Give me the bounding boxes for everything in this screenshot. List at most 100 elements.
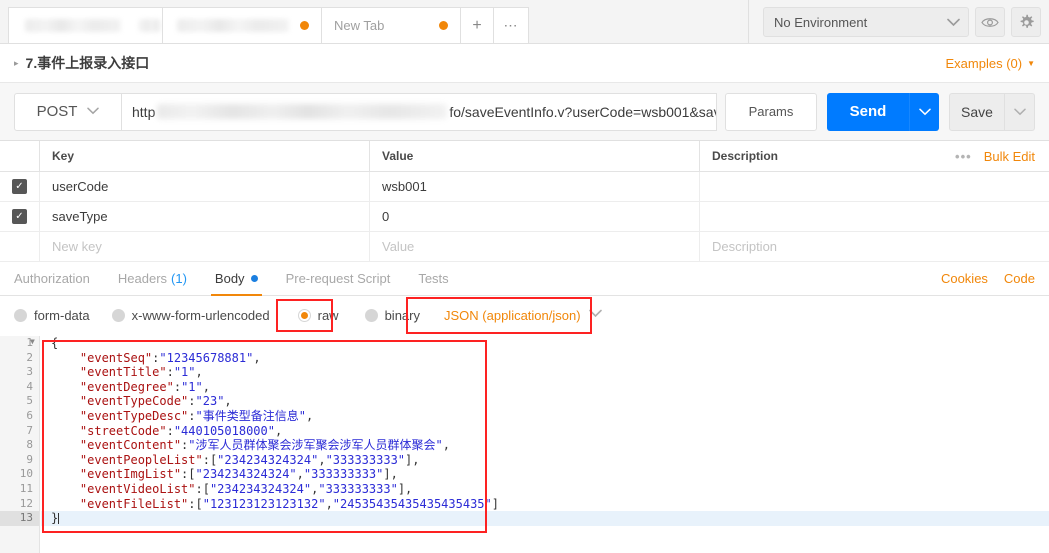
bulk-edit-button[interactable]: Bulk Edit <box>984 149 1035 164</box>
tab-1-blurred-label <box>25 19 121 32</box>
new-row-value-cell[interactable]: Value <box>370 232 700 261</box>
body-type-selector: form-data x-www-form-urlencoded raw bina… <box>0 296 1049 334</box>
environment-selector[interactable]: No Environment <box>763 7 969 37</box>
header-value: Value <box>370 141 700 171</box>
row-key-cell[interactable]: saveType <box>40 202 370 231</box>
request-body-editor[interactable]: 1 2 3 4 5 6 7 8 9 10 11 12 13 ▼ { "event… <box>0 336 1049 553</box>
code-token: "eventTypeDesc" <box>51 408 189 423</box>
checkbox-checked-icon[interactable]: ✓ <box>12 209 27 224</box>
code-token: : <box>188 394 196 409</box>
tab-options-button[interactable]: ⋯ <box>493 7 529 43</box>
breadcrumb-caret-icon[interactable]: ▸ <box>14 58 19 69</box>
code-line[interactable]: { <box>41 336 1049 351</box>
code-token: "eventSeq" <box>51 350 153 365</box>
body-type-urlencoded-label: x-www-form-urlencoded <box>131 307 270 323</box>
header-description-label: Description <box>712 149 779 163</box>
gear-icon[interactable] <box>1011 7 1041 37</box>
code-line[interactable]: "eventVideoList":["234234324324","333333… <box>41 482 1049 497</box>
body-type-form-data[interactable]: form-data <box>14 308 90 323</box>
line-number: 2 <box>26 350 33 364</box>
code-token: ], <box>383 467 398 482</box>
row-description-cell[interactable] <box>700 172 1049 201</box>
row-value-cell[interactable]: 0 <box>370 202 700 231</box>
row-checkbox-cell[interactable]: ✓ <box>0 202 40 231</box>
table-row[interactable]: ✓ userCode wsb001 <box>0 172 1049 202</box>
checkbox-checked-icon[interactable]: ✓ <box>12 179 27 194</box>
unsaved-dot-icon <box>439 21 448 30</box>
send-options-button[interactable] <box>909 92 939 131</box>
code-token: :[ <box>202 452 218 467</box>
row-checkbox-cell[interactable]: ✓ <box>0 172 40 201</box>
request-tab-1[interactable] <box>8 7 163 43</box>
body-type-urlencoded[interactable]: x-www-form-urlencoded <box>111 307 270 323</box>
table-row[interactable]: ✓ saveType 0 <box>0 202 1049 232</box>
code-token: , <box>274 423 283 438</box>
send-button[interactable]: Send <box>827 92 909 131</box>
chevron-down-icon <box>947 15 960 30</box>
chevron-down-icon: ▼ <box>1027 58 1035 68</box>
cookies-link[interactable]: Cookies <box>941 271 988 286</box>
code-token: ], <box>397 481 413 496</box>
code-token: "eventTypeCode" <box>51 394 189 409</box>
radio-unselected-icon[interactable] <box>111 308 125 322</box>
content-type-selector[interactable]: JSON (application/json) <box>444 308 602 323</box>
examples-dropdown[interactable]: Examples (0) ▼ <box>946 56 1036 71</box>
body-type-raw[interactable]: raw <box>297 307 339 323</box>
line-number: 4 <box>26 379 33 393</box>
code-line[interactable]: } <box>41 511 1049 526</box>
tab-authorization[interactable]: Authorization <box>14 262 90 296</box>
code-line[interactable]: "eventTitle":"1", <box>41 365 1049 380</box>
request-tab-new[interactable]: New Tab <box>321 7 461 43</box>
tab-strip: New Tab + ⋯ <box>0 0 529 43</box>
tab-tests[interactable]: Tests <box>418 262 448 296</box>
chevron-down-icon <box>588 309 602 321</box>
radio-unselected-icon[interactable] <box>364 308 378 322</box>
eye-icon[interactable] <box>975 7 1005 37</box>
breadcrumb: ▸ 7.事件上报录入接口 Examples (0) ▼ <box>0 44 1049 82</box>
tab-headers[interactable]: Headers (1) <box>118 262 187 296</box>
code-line[interactable]: "eventTypeCode":"23", <box>41 394 1049 409</box>
editor-code-area[interactable]: { "eventSeq":"12345678881", "eventTitle"… <box>41 336 1049 553</box>
tab-pre-request-script[interactable]: Pre-request Script <box>286 262 391 296</box>
code-line[interactable]: "eventImgList":["234234324324","33333333… <box>41 467 1049 482</box>
save-options-button[interactable] <box>1005 92 1035 131</box>
tab-body-label: Body <box>214 271 245 286</box>
table-new-row[interactable]: New key Value Description <box>0 232 1049 262</box>
tab-body[interactable]: Body <box>210 262 262 296</box>
new-tab-button[interactable]: + <box>460 7 494 43</box>
radio-unselected-icon[interactable] <box>14 308 27 322</box>
table-options-icon[interactable]: ••• <box>955 149 972 164</box>
code-link[interactable]: Code <box>1004 271 1035 286</box>
chevron-down-icon <box>87 106 100 118</box>
save-button[interactable]: Save <box>949 92 1005 131</box>
code-line[interactable]: "eventDegree":"1", <box>41 380 1049 395</box>
row-key-cell[interactable]: userCode <box>40 172 370 201</box>
request-section-tabs: Authorization Headers (1) Body Pre-reque… <box>0 262 1049 296</box>
radio-selected-icon[interactable] <box>297 308 311 322</box>
code-token: : <box>188 408 196 423</box>
params-button[interactable]: Params <box>725 92 817 131</box>
checkbox-unchecked-icon[interactable] <box>12 239 27 254</box>
code-line[interactable]: "eventFileList":["123123123123132","2453… <box>41 497 1049 512</box>
line-number: 7 <box>26 423 33 437</box>
new-row-checkbox-cell[interactable] <box>0 232 40 261</box>
http-method-selector[interactable]: POST <box>14 92 122 131</box>
row-value-cell[interactable]: wsb001 <box>370 172 700 201</box>
row-description-cell[interactable] <box>700 202 1049 231</box>
code-fold-icon[interactable]: ▼ <box>30 337 35 346</box>
code-token: , <box>253 350 261 365</box>
body-type-binary[interactable]: binary <box>364 308 420 323</box>
code-token: "事件类型备注信息" <box>195 408 306 423</box>
body-type-form-data-label: form-data <box>34 307 90 323</box>
code-line[interactable]: "eventPeopleList":["234234324324","33333… <box>41 453 1049 468</box>
new-row-description-cell[interactable]: Description <box>700 232 1049 261</box>
request-tab-2[interactable] <box>162 7 322 43</box>
code-line[interactable]: "eventTypeDesc":"事件类型备注信息", <box>41 409 1049 424</box>
body-type-raw-label: raw <box>317 307 339 323</box>
code-line[interactable]: "eventSeq":"12345678881", <box>41 351 1049 366</box>
url-input[interactable]: http fo/saveEventInfo.v?userCode=wsb001&… <box>122 92 717 131</box>
code-line[interactable]: "streetCode":"440105018000", <box>41 424 1049 439</box>
code-line[interactable]: "eventContent":"涉军人员群体聚会涉军聚会涉军人员群体聚会", <box>41 438 1049 453</box>
new-row-key-cell[interactable]: New key <box>40 232 370 261</box>
text-caret <box>58 513 60 525</box>
